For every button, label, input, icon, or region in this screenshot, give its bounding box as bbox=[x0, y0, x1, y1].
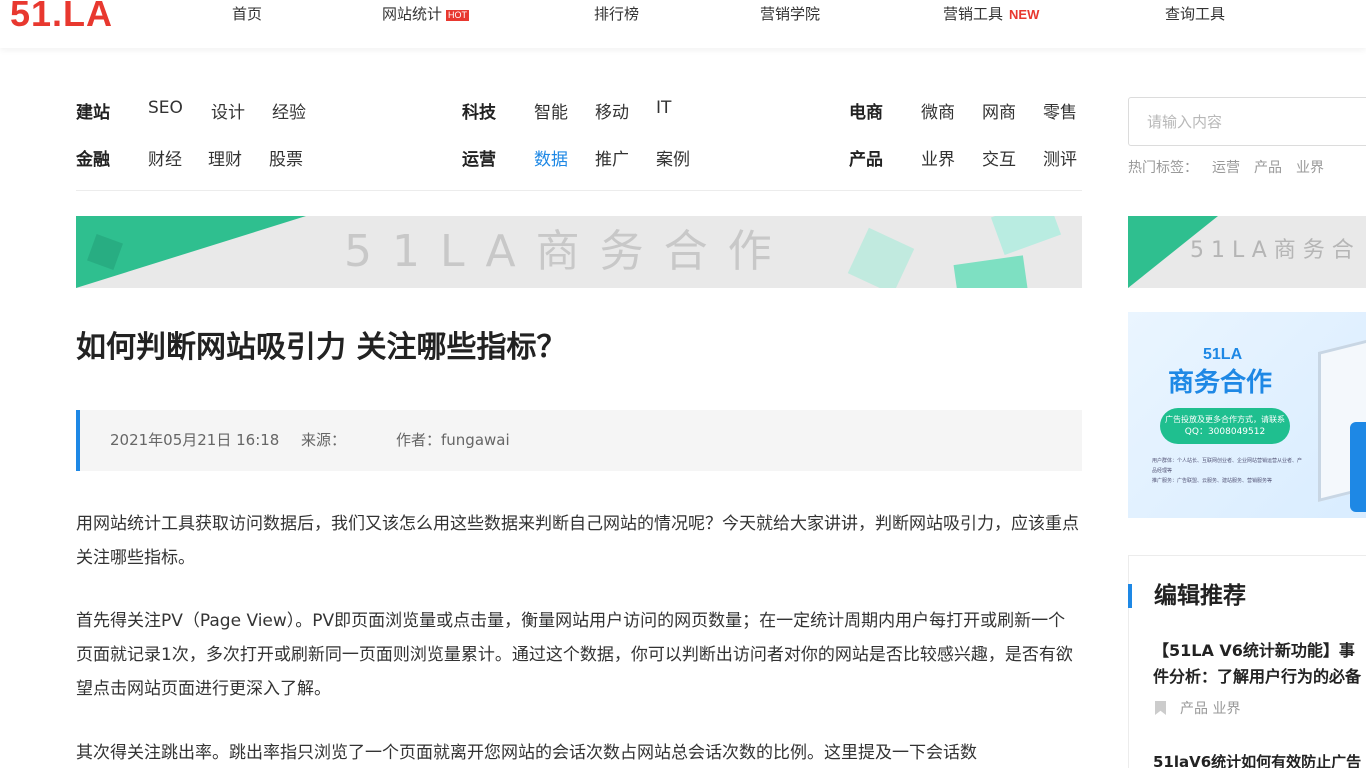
category-link[interactable]: 移动 bbox=[595, 98, 629, 123]
category-link[interactable]: 交互 bbox=[982, 145, 1016, 170]
sidebar-ad-banner[interactable]: 51LA 商务合作 广告投放及更多合作方式，请联系 QQ：3008049512 … bbox=[1128, 312, 1366, 518]
bookmark-icon bbox=[1155, 701, 1166, 715]
nav-query-tools[interactable]: 查询工具 bbox=[1165, 4, 1225, 24]
nav-marketing-tools-label: 营销工具 bbox=[943, 5, 1004, 23]
ad-title: 商务合作 bbox=[1168, 368, 1273, 398]
hot-badge: HOT bbox=[446, 10, 470, 21]
category-link[interactable]: 网商 bbox=[982, 98, 1016, 123]
nav-marketing-academy-label: 营销学院 bbox=[760, 5, 821, 23]
category-link[interactable]: 经验 bbox=[272, 98, 306, 123]
site-logo[interactable]: 51.LA bbox=[10, 0, 113, 34]
category-link[interactable]: 测评 bbox=[1043, 145, 1077, 170]
hot-tags-label: 热门标签： bbox=[1128, 160, 1198, 176]
article-date: 2021年05月21日 16:18 bbox=[110, 431, 280, 449]
nav-query-tools-label: 查询工具 bbox=[1165, 5, 1226, 23]
top-navbar: 51.LA 首页 网站统计 HOT 排行榜 营销学院 营销工具 NEW 查询工具 bbox=[0, 0, 1366, 48]
hot-tag[interactable]: 运营 bbox=[1212, 160, 1240, 176]
nav-home-label: 首页 bbox=[232, 5, 263, 23]
sidebar-cooperation-banner[interactable]: 51LA商务合 bbox=[1128, 216, 1366, 288]
category-link[interactable]: 财经 bbox=[148, 145, 182, 170]
nav-site-stats-label: 网站统计 bbox=[382, 5, 443, 23]
recommend-item-title[interactable]: 51laV6统计如何有效防止广告 bbox=[1153, 752, 1366, 768]
search-box bbox=[1128, 97, 1366, 146]
category-head-ecommerce[interactable]: 电商 bbox=[849, 98, 883, 123]
category-head-product[interactable]: 产品 bbox=[849, 145, 883, 170]
banner-square bbox=[847, 227, 915, 288]
category-link[interactable]: 推广 bbox=[595, 145, 629, 170]
category-head-tech[interactable]: 科技 bbox=[462, 98, 496, 123]
category-link[interactable]: 设计 bbox=[211, 98, 245, 123]
hot-tag[interactable]: 产品 bbox=[1254, 160, 1282, 176]
recommend-heading: 编辑推荐 bbox=[1128, 584, 1246, 608]
category-link[interactable]: 理财 bbox=[208, 145, 242, 170]
nav-site-stats[interactable]: 网站统计 HOT bbox=[382, 4, 470, 24]
category-head-finance[interactable]: 金融 bbox=[76, 145, 110, 170]
ad-pill-line1: 广告投放及更多合作方式，请联系 bbox=[1165, 415, 1285, 424]
ad-detail-line: 推广服务：广告联盟、云服务、建站服务、营销服务等 bbox=[1152, 478, 1273, 484]
nav-marketing-tools[interactable]: 营销工具 NEW bbox=[943, 4, 1039, 25]
category-link[interactable]: 零售 bbox=[1043, 98, 1077, 123]
nav-ranking-label: 排行榜 bbox=[594, 5, 640, 23]
phone-illustration bbox=[1350, 422, 1366, 512]
ad-detail-line: 用户群体：个人站长、互联网创业者、企业网站营销运营从业者、产品经理等 bbox=[1152, 458, 1303, 474]
article-author: 作者：fungawai bbox=[396, 431, 510, 449]
recommend-item-title[interactable]: 【51LA V6统计新功能】事件分析：了解用户行为的必备工具 bbox=[1153, 638, 1366, 690]
banner-text: 51LA商务合作 bbox=[344, 226, 792, 277]
recommend-item-tags: 产品 业界 bbox=[1155, 699, 1240, 719]
category-link[interactable]: 智能 bbox=[534, 98, 568, 123]
category-link[interactable]: 案例 bbox=[656, 145, 690, 170]
category-link[interactable]: SEO bbox=[148, 98, 183, 118]
article-paragraph: 首先得关注PV（Page View）。PV即页面浏览量或点击量，衡量网站用户访问… bbox=[76, 611, 1073, 699]
category-link[interactable]: IT bbox=[656, 98, 671, 118]
hot-tags: 热门标签： 运营 产品 业界 bbox=[1128, 158, 1338, 178]
article-paragraph: 用网站统计工具获取访问数据后，我们又该怎么用这些数据来判断自己网站的情况呢？今天… bbox=[76, 514, 1079, 568]
article-source: 来源： bbox=[301, 431, 347, 449]
nav-marketing-academy[interactable]: 营销学院 bbox=[760, 4, 820, 24]
article-title: 如何判断网站吸引力 关注哪些指标？ bbox=[76, 330, 567, 365]
category-link[interactable]: 股票 bbox=[269, 145, 303, 170]
business-cooperation-banner[interactable]: 51LA商务合作 bbox=[76, 216, 1082, 288]
ad-details: 用户群体：个人站长、互联网创业者、企业网站营销运营从业者、产品经理等 推广服务：… bbox=[1152, 456, 1302, 486]
hot-tag[interactable]: 业界 bbox=[1296, 160, 1324, 176]
category-link[interactable]: 微商 bbox=[921, 98, 955, 123]
category-link[interactable]: 业界 bbox=[921, 145, 955, 170]
article-meta: 2021年05月21日 16:18 来源： 作者：fungawai bbox=[76, 410, 1082, 471]
article-paragraph: 其次得关注跳出率。跳出率指只浏览了一个页面就离开您网站的会话次数占网站总会话次数… bbox=[76, 743, 977, 763]
category-link-active[interactable]: 数据 bbox=[534, 145, 568, 170]
nav-home[interactable]: 首页 bbox=[232, 4, 262, 24]
search-input[interactable] bbox=[1129, 98, 1366, 145]
category-head-site-building[interactable]: 建站 bbox=[76, 98, 110, 123]
category-divider bbox=[76, 190, 1082, 191]
recommend-tags-text: 产品 业界 bbox=[1180, 701, 1241, 717]
nav-ranking[interactable]: 排行榜 bbox=[594, 4, 639, 24]
category-head-operations[interactable]: 运营 bbox=[462, 145, 496, 170]
ad-pill-qq: QQ：3008049512 bbox=[1184, 427, 1266, 437]
banner-square bbox=[953, 255, 1029, 288]
new-badge: NEW bbox=[1009, 7, 1040, 22]
ad-contact-pill: 广告投放及更多合作方式，请联系 QQ：3008049512 bbox=[1160, 408, 1290, 444]
banner-square bbox=[990, 216, 1062, 256]
ad-brand: 51LA bbox=[1203, 346, 1243, 363]
sidebar-banner-text: 51LA商务合 bbox=[1190, 238, 1361, 263]
